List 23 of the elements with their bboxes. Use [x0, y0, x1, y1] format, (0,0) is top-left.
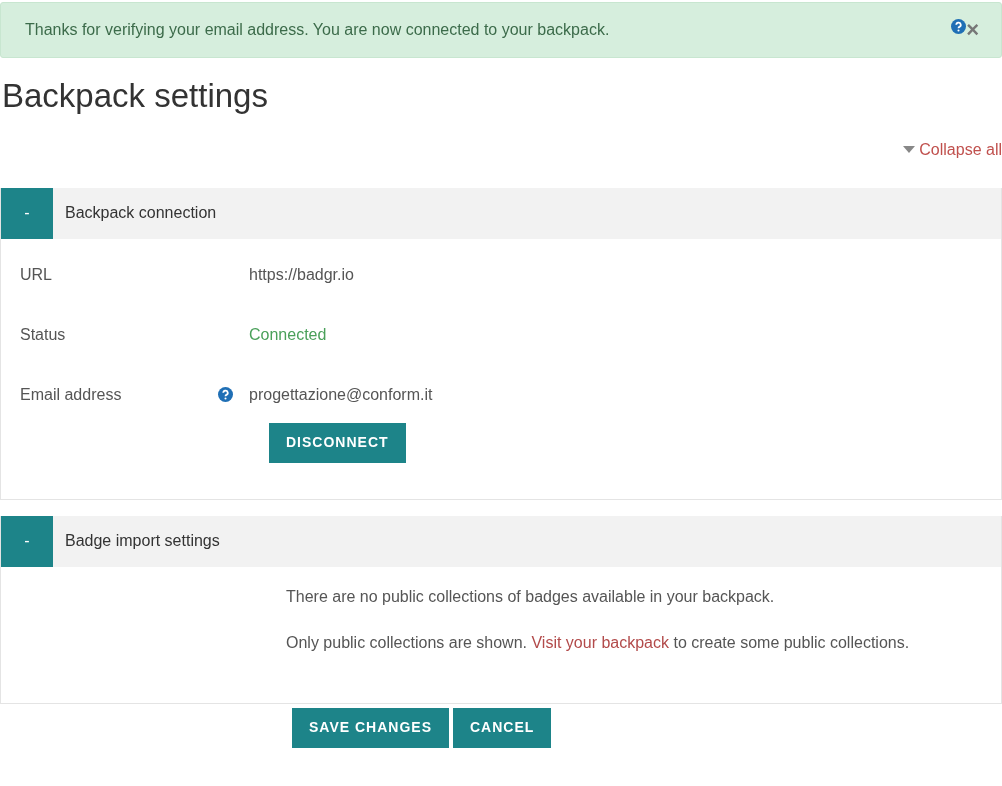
toggle-button[interactable]: -: [1, 515, 53, 567]
section-title: Backpack connection: [64, 203, 217, 224]
close-button[interactable]: ×: [966, 19, 979, 41]
field-label: URL: [20, 264, 52, 285]
disconnect-button[interactable]: DISCONNECT: [269, 422, 406, 463]
alert-message: Thanks for verifying your email address. You are now connected to your backpack.: [25, 20, 611, 40]
note-text: Only public collections are shown. Visit your backpack to create some public collections.: [286, 632, 911, 653]
field-label: Status: [20, 324, 66, 345]
field-label: Email address: [20, 384, 122, 405]
section-title: Badge import settings: [64, 531, 220, 552]
help-icon[interactable]: [951, 19, 967, 34]
caret-icon: [903, 145, 916, 154]
field-value: https://badgr.io: [249, 264, 354, 285]
toggle-button[interactable]: -: [1, 187, 53, 239]
backpack-link[interactable]: Visit your backpack: [531, 633, 669, 651]
help-icon[interactable]: [218, 387, 233, 403]
collapse-all-link[interactable]: Collapse all: [919, 137, 1002, 162]
field-value: progettazione@conform.it: [249, 384, 433, 405]
form-button[interactable]: SAVE CHANGES: [292, 707, 449, 748]
page-title: Backpack settings: [2, 76, 269, 116]
field-value: Connected: [249, 324, 327, 345]
form-button[interactable]: CANCEL: [453, 707, 552, 748]
note-text: There are no public collections of badges available in your backpack.: [286, 586, 776, 607]
